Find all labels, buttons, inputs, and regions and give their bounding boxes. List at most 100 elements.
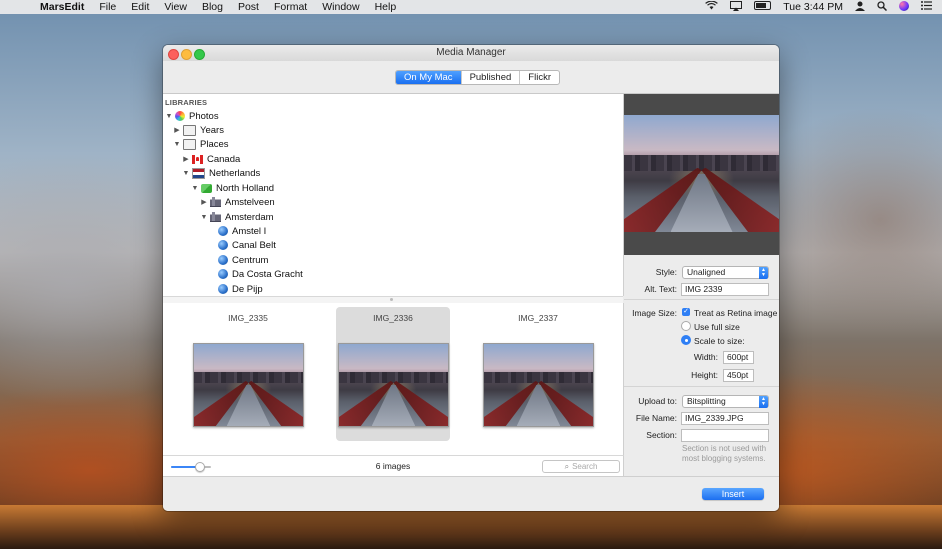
use-full-size-radio[interactable] [681,321,691,331]
spotlight-search-icon[interactable] [877,0,888,14]
menu-file[interactable]: File [99,1,116,13]
file-name-field[interactable]: IMG_2339.JPG [681,412,769,425]
disclosure-expanded-icon[interactable]: ▼ [182,170,190,177]
scale-to-size-label: Scale to size: [694,336,745,346]
city-icon [210,212,221,222]
tree-item-label: Canal Belt [232,239,276,251]
menu-help[interactable]: Help [375,1,397,13]
thumbnail-name: IMG_2335 [228,313,268,323]
menu-edit[interactable]: Edit [131,1,149,13]
tree-item-photos[interactable]: ▼ Photos [165,109,219,123]
tree-item-label: Da Costa Gracht [232,268,303,280]
upload-to-value: Bitsplitting [687,396,726,406]
use-full-size-label: Use full size [694,322,740,332]
insert-button[interactable]: Insert [702,488,764,500]
disclosure-collapsed-icon[interactable]: ▶ [182,155,190,163]
section-field[interactable] [681,429,769,442]
libraries-header: LIBRARIES [165,98,208,107]
title-bar[interactable]: Media Manager [163,45,779,61]
folder-icon [183,138,196,150]
photos-icon [175,111,185,121]
bridge-photo-thumbnail[interactable] [193,343,304,427]
menu-blog[interactable]: Blog [202,1,223,13]
notification-center-icon[interactable] [921,1,932,13]
disclosure-expanded-icon[interactable]: ▼ [173,141,181,148]
tree-item-amstel-i[interactable]: Amstel I [218,224,266,238]
minimize-button[interactable] [181,49,192,60]
disclosure-expanded-icon[interactable]: ▼ [191,185,199,192]
zoom-button[interactable] [194,49,205,60]
thumbnail-name: IMG_2336 [373,313,413,323]
tree-item-label: Years [200,124,224,136]
height-label: Height: [691,370,718,380]
globe-icon [218,255,228,265]
close-button[interactable] [168,49,179,60]
upload-to-popup[interactable]: Bitsplitting ▲ ▼ [682,395,769,408]
style-value: Unaligned [687,267,726,277]
globe-icon [218,269,228,279]
thumbnail-item-selected[interactable]: IMG_2336 [336,307,450,441]
user-icon[interactable] [855,1,865,14]
bridge-photo-thumbnail[interactable] [483,343,594,427]
thumbnail-item[interactable]: IMG_2337 [481,307,595,441]
tree-item-centrum[interactable]: Centrum [218,253,268,267]
tree-item-places[interactable]: ▼ Places [173,137,229,151]
scale-to-size-radio[interactable] [681,335,691,345]
tab-flickr[interactable]: Flickr [520,71,559,84]
siri-icon[interactable] [899,0,909,14]
tree-item-amsterdam[interactable]: ▼ Amsterdam [200,210,274,224]
tree-item-label: Amsterdam [225,211,274,223]
tree-item-canal-belt[interactable]: Canal Belt [218,238,276,252]
image-count: 6 images [375,461,411,471]
tree-item-canada[interactable]: ▶ Canada [182,152,240,166]
settings-divider [624,299,779,300]
tab-on-my-mac[interactable]: On My Mac [396,71,462,84]
tree-item-label: Netherlands [209,167,261,179]
section-note: Section is not used with most blogging s… [682,444,767,463]
flag-canada-icon [192,154,203,164]
menu-view[interactable]: View [164,1,187,13]
menu-app-name[interactable]: MarsEdit [40,1,84,13]
airplay-icon[interactable] [730,0,743,14]
retina-checkbox[interactable]: ✓ [682,308,690,316]
wifi-icon[interactable] [705,0,719,13]
splitter-grip-icon[interactable] [390,298,393,301]
tab-published[interactable]: Published [462,71,521,84]
thumbnail-size-slider-knob[interactable] [195,462,205,472]
map-icon [201,183,212,193]
style-popup[interactable]: Unaligned ▲ ▼ [682,266,769,279]
bridge-photo-thumbnail[interactable] [338,343,449,427]
tree-item-da-costa-gracht[interactable]: Da Costa Gracht [218,267,303,281]
popup-arrows-icon: ▲ ▼ [759,267,768,279]
width-field[interactable]: 600pt [723,351,754,364]
tree-item-netherlands[interactable]: ▼ Netherlands [182,166,260,180]
tree-item-north-holland[interactable]: ▼ North Holland [191,181,275,195]
menu-post[interactable]: Post [238,1,259,13]
disclosure-expanded-icon[interactable]: ▼ [165,113,173,120]
tree-item-de-pijp[interactable]: De Pijp [218,282,263,296]
thumbnail-item[interactable]: IMG_2335 [191,307,305,441]
folder-icon [183,124,196,136]
disclosure-expanded-icon[interactable]: ▼ [200,214,208,221]
alt-text-field[interactable]: IMG 2339 [681,283,769,296]
search-input[interactable]: ⌕ Search [542,460,620,473]
tree-item-label: Amstel I [232,225,267,237]
tree-item-label: Photos [189,110,219,122]
battery-icon[interactable] [754,1,772,13]
disclosure-collapsed-icon[interactable]: ▶ [173,126,181,134]
height-field[interactable]: 450pt [723,369,754,382]
library-pane: LIBRARIES ▼ Photos ▶ Years ▼ Places ▶ Ca… [163,94,624,296]
menu-window[interactable]: Window [322,1,359,13]
source-tabs: On My Mac Published Flickr [395,70,560,85]
menubar-clock[interactable]: Tue 3:44 PM [783,1,843,13]
menu-format[interactable]: Format [274,1,307,13]
popup-arrows-icon: ▲ ▼ [759,396,768,408]
tree-item-label: Canada [207,153,241,165]
width-label: Width: [693,352,718,362]
disclosure-collapsed-icon[interactable]: ▶ [200,198,208,206]
settings-divider [624,386,779,387]
tree-item-label: De Pijp [232,283,263,295]
tree-item-amstelveen[interactable]: ▶ Amstelveen [200,195,274,209]
tree-item-years[interactable]: ▶ Years [173,123,224,137]
section-label: Section: [646,430,677,440]
